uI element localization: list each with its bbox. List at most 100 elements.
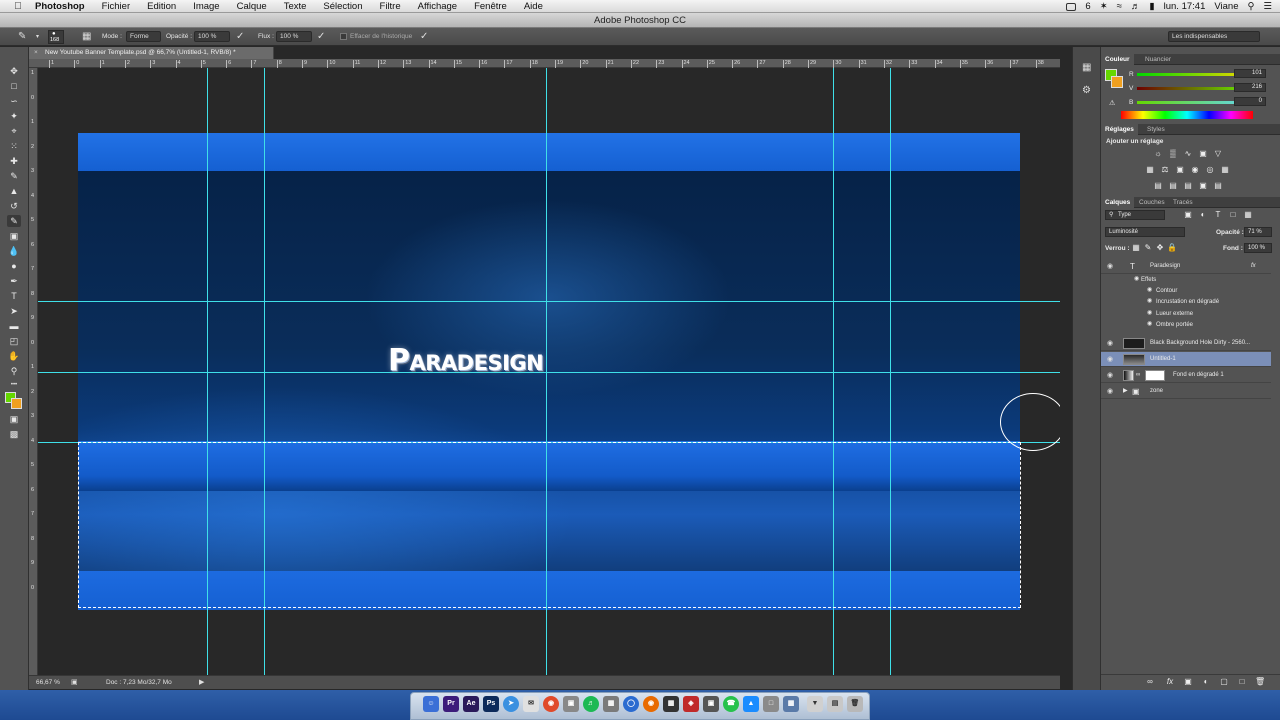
visibility-eye-icon[interactable]: ◉ (1107, 352, 1113, 367)
brush-panel-icon[interactable]: ▦ (82, 32, 91, 42)
marquee-tool-icon[interactable]: □ (7, 80, 21, 92)
more-tools-icon[interactable]: ••• (7, 379, 21, 391)
color-ramp[interactable] (1121, 111, 1253, 119)
history-checkbox[interactable] (340, 33, 347, 40)
pressure-opacity-icon[interactable]: ✓ (236, 32, 244, 42)
premiere-icon[interactable]: Pr (443, 696, 459, 712)
layer-black-background[interactable]: ◉ Black Background Hole Dirty - 2560... (1101, 336, 1271, 351)
tray-app-icon[interactable] (1066, 2, 1077, 11)
delete-layer-icon[interactable]: 🗑 (1255, 677, 1265, 686)
after-effects-icon[interactable]: Ae (463, 696, 479, 712)
selective-color-icon[interactable]: ▣ (1198, 181, 1208, 190)
black-white-icon[interactable]: ▣ (1175, 165, 1185, 174)
effect-eye-icon[interactable]: ◉ (1147, 309, 1152, 316)
shape-tool-icon[interactable]: ▬ (7, 320, 21, 332)
battery-icon[interactable]: ▮ (1149, 1, 1154, 12)
levels-icon[interactable]: ▒ (1168, 149, 1178, 158)
color-background-swatch[interactable] (1111, 76, 1123, 88)
brush-preset-picker[interactable]: ● 168 (48, 30, 64, 44)
history-panel-icon[interactable]: ▦ (1082, 62, 1091, 73)
quick-selection-tool-icon[interactable]: ✦ (7, 110, 21, 122)
bluetooth-icon[interactable]: ✶ (1100, 1, 1108, 12)
zoom-level[interactable]: 66,67 % (36, 679, 60, 686)
fill-field[interactable]: 100 % (1244, 243, 1272, 253)
filter-smart-icon[interactable]: ▦ (1243, 210, 1253, 219)
gradient-map-icon[interactable]: ▤ (1213, 181, 1223, 190)
add-style-icon[interactable]: fx (1165, 677, 1175, 686)
layer-fond-degrade[interactable]: ◉ ∞ Fond en dégradé 1 (1101, 368, 1271, 383)
mode-select[interactable]: Forme (126, 31, 161, 42)
eraser-tool-icon[interactable]: ✎ (18, 32, 26, 42)
brush-tool-icon[interactable]: ✎ (7, 170, 21, 182)
vertical-ruler[interactable]: 1 0 1 2 3 4 5 6 7 8 9 0 1 2 3 4 5 6 7 8 9 0 (29, 68, 38, 675)
threshold-icon[interactable]: ▤ (1183, 181, 1193, 190)
hue-saturation-icon[interactable]: ▦ (1145, 165, 1155, 174)
guide-horizontal[interactable] (38, 301, 1060, 302)
effect-lueur-externe[interactable]: Lueur externe (1156, 309, 1193, 320)
layer-zone-group[interactable]: ◉ ▶ ▣ zone (1101, 384, 1271, 399)
tab-couches[interactable]: Couches (1135, 197, 1169, 208)
menu-clock[interactable]: lun. 17:41 (1164, 1, 1206, 12)
group-expand-arrow-icon[interactable]: ▶ (1123, 384, 1128, 399)
history-brush-tool-icon[interactable]: ↺ (7, 200, 21, 212)
quick-mask-icon[interactable]: ▣ (7, 413, 21, 425)
safari-icon[interactable]: ➤ (503, 696, 519, 712)
visibility-eye-icon[interactable]: ◉ (1107, 259, 1113, 274)
menu-fenetre[interactable]: Fenêtre (474, 1, 507, 12)
effect-ombre-portee[interactable]: Ombre portée (1156, 320, 1193, 331)
opacity-field[interactable]: 100 % (194, 31, 230, 42)
chrome-icon[interactable]: ◉ (543, 696, 559, 712)
crop-tool-icon[interactable]: ⌖ (7, 125, 21, 137)
dodge-tool-icon[interactable]: ● (7, 260, 21, 272)
menu-selection[interactable]: Sélection (323, 1, 362, 12)
close-tab-icon[interactable]: × (34, 47, 38, 59)
filter-adjust-icon[interactable]: ◐ (1198, 210, 1208, 219)
layer-opacity-field[interactable]: 71 % (1244, 227, 1272, 237)
finder-icon[interactable]: ☺ (423, 696, 439, 712)
firefox-icon[interactable]: ◉ (643, 696, 659, 712)
app-icon[interactable]: ◯ (623, 696, 639, 712)
b-value[interactable]: 0 (1234, 97, 1266, 106)
tab-styles[interactable]: Styles (1143, 124, 1169, 135)
blur-tool-icon[interactable]: 💧 (7, 245, 21, 257)
spotlight-icon[interactable]: ⚲ (1248, 1, 1255, 12)
whatsapp-icon[interactable]: ☎ (723, 696, 739, 712)
properties-panel-icon[interactable]: ⚙ (1082, 85, 1091, 96)
menu-affichage[interactable]: Affichage (418, 1, 457, 12)
notification-icon[interactable]: ☰ (1263, 1, 1272, 12)
flux-field[interactable]: 100 % (276, 31, 312, 42)
app-icon[interactable]: ▦ (783, 696, 799, 712)
screen-mode-icon[interactable]: ▩ (7, 428, 21, 440)
documents-icon[interactable]: ▤ (827, 696, 843, 712)
lock-pixels-icon[interactable]: ✎ (1143, 243, 1153, 252)
document-tab[interactable]: × New Youtube Banner Template.psd @ 66,7… (29, 47, 274, 59)
downloads-icon[interactable]: ▼ (807, 696, 823, 712)
volume-icon[interactable]: ♬ (1131, 1, 1141, 12)
apple-menu-icon[interactable]:  (10, 1, 26, 12)
app-icon[interactable]: ◈ (683, 696, 699, 712)
v-value[interactable]: 216 (1234, 83, 1266, 92)
app-icon[interactable]: ▦ (663, 696, 679, 712)
brightness-contrast-icon[interactable]: ☼ (1153, 149, 1163, 158)
filter-pixel-icon[interactable]: ▣ (1183, 210, 1193, 219)
tray-number[interactable]: 6 (1085, 1, 1090, 12)
lasso-tool-icon[interactable]: ∽ (7, 95, 21, 107)
menu-fichier[interactable]: Fichier (102, 1, 131, 12)
posterize-icon[interactable]: ▤ (1168, 181, 1178, 190)
channel-mixer-icon[interactable]: ◎ (1205, 165, 1215, 174)
layer-untitled-1[interactable]: ◉ Untitled-1 (1101, 352, 1271, 367)
selection-marquee[interactable] (78, 442, 1021, 608)
lock-transparency-icon[interactable]: ▦ (1131, 243, 1141, 252)
layer-filter-select[interactable]: ⚲ Type (1105, 210, 1165, 220)
visibility-eye-icon[interactable]: ◉ (1107, 336, 1113, 351)
curves-icon[interactable]: ∿ (1183, 149, 1193, 158)
color-balance-icon[interactable]: ⚖ (1160, 165, 1170, 174)
background-color-swatch[interactable] (11, 398, 22, 409)
color-lookup-icon[interactable]: ▦ (1220, 165, 1230, 174)
new-adjustment-icon[interactable]: ◐ (1201, 677, 1211, 686)
menu-texte[interactable]: Texte (284, 1, 307, 12)
add-mask-icon[interactable]: ▣ (1183, 677, 1193, 686)
eraser-tool-active-icon[interactable]: ✎ (7, 215, 21, 227)
menu-calque[interactable]: Calque (237, 1, 267, 12)
new-group-icon[interactable]: ▢ (1219, 677, 1229, 686)
